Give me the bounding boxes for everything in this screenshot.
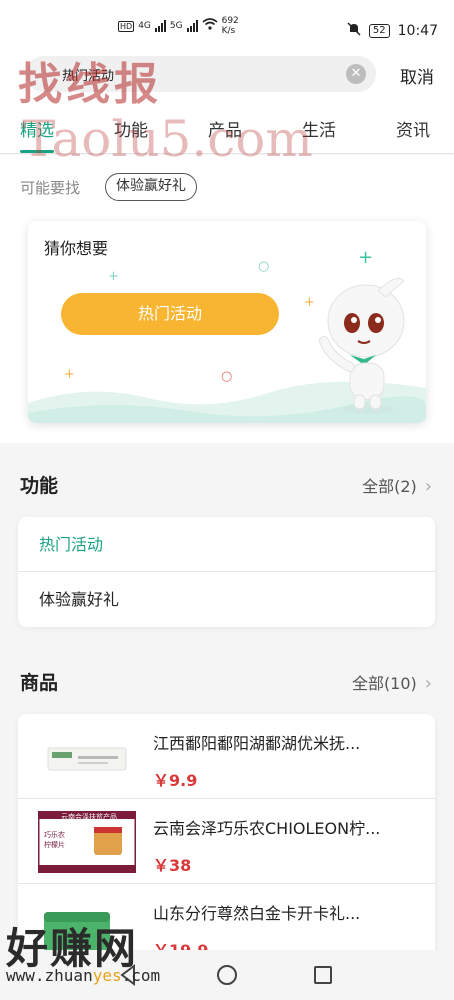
functions-header: 功能 全部(2) ›: [0, 453, 454, 513]
watermark-bottom-url: www.zhuanyes.com: [6, 966, 160, 985]
product-row[interactable]: 云南会泽扶贫产品 巧乐农 柠檬片 云南会泽巧乐农CHIOLEON柠... ￥38: [18, 799, 435, 884]
suggestion-chip[interactable]: 体验赢好礼: [105, 173, 197, 201]
guess-card: 猜你想要 + + ○ + ○ ○ + 热门活动: [28, 221, 426, 423]
mute-icon: [347, 22, 361, 40]
sparkle-icon: +: [358, 247, 374, 268]
clock: 10:47: [397, 23, 438, 39]
function-item[interactable]: 体验赢好礼: [18, 572, 435, 627]
watermark-url-part: www.zhuan: [6, 966, 93, 985]
products-header: 商品 全部(10) ›: [0, 650, 454, 710]
net-4g: 4G: [138, 21, 151, 31]
products-title: 商品: [20, 672, 59, 694]
net-speed-unit: K/s: [221, 26, 236, 36]
product-name: 江西鄱阳鄱阳湖鄱湖优米抚...: [153, 734, 361, 753]
recent-apps-icon[interactable]: [314, 966, 332, 984]
guess-title: 猜你想要: [44, 239, 109, 258]
clear-icon[interactable]: ✕: [346, 64, 366, 84]
watermark-top: 找线报: [18, 59, 162, 110]
watermark-url-accent: yes: [92, 966, 122, 985]
functions-all-link[interactable]: 全部(2) ›: [362, 473, 432, 497]
status-bar: HD 4G 5G 692 K/s 52 10:47: [0, 0, 454, 44]
net-5g: 5G: [169, 21, 183, 31]
product-thumbnail: [47, 747, 127, 771]
mascot-image: [319, 278, 405, 414]
chevron-right-icon: ›: [424, 673, 432, 694]
guess-section: 猜你想要 + + ○ + ○ ○ + 热门活动: [0, 215, 454, 443]
status-network: HD 4G 5G 692 K/s: [118, 16, 239, 36]
product-price: ￥38: [153, 856, 192, 875]
product-name: 山东分行尊然白金卡开卡礼...: [153, 904, 361, 923]
sparkle-icon: +: [304, 295, 315, 310]
functions-title: 功能: [20, 475, 59, 497]
status-right: 52 10:47: [347, 22, 438, 40]
tab-news[interactable]: 资讯: [396, 116, 430, 141]
thumb-line: 柠檬片: [44, 841, 65, 849]
battery-icon: 52: [368, 24, 390, 38]
product-row[interactable]: 江西鄱阳鄱阳湖鄱湖优米抚... ￥9.9: [18, 714, 435, 799]
products-all-link[interactable]: 全部(10) ›: [352, 670, 432, 694]
products-all-label: 全部(10): [351, 674, 417, 693]
signal-icon-2: [186, 20, 198, 32]
watermark-url-part: .com: [121, 966, 161, 985]
function-item[interactable]: 热门活动: [18, 517, 435, 572]
hd-badge: HD: [118, 20, 135, 32]
product-price: ￥9.9: [153, 771, 198, 790]
watermark-url: Taolu5.com: [22, 110, 313, 168]
product-thumbnail-text: 云南会泽扶贫产品 巧乐农 柠檬片: [40, 812, 138, 874]
functions-list: 热门活动 体验赢好礼: [18, 517, 435, 627]
product-name: 云南会泽巧乐农CHIOLEON柠...: [153, 819, 381, 838]
net-speed: 692 K/s: [222, 16, 239, 36]
thumb-line: 巧乐农: [44, 831, 65, 839]
sparkle-icon: +: [108, 269, 119, 284]
wifi-icon: [202, 18, 218, 34]
suggestion-label: 可能要找: [20, 179, 81, 197]
chevron-right-icon: ›: [424, 476, 432, 497]
home-icon[interactable]: [217, 965, 237, 985]
cancel-button[interactable]: 取消: [400, 63, 434, 88]
thumb-line: 云南会泽扶贫产品: [61, 813, 117, 821]
circle-deco-icon: ○: [258, 259, 270, 274]
hot-activity-button[interactable]: 热门活动: [61, 293, 279, 335]
functions-all-label: 全部(2): [362, 477, 417, 496]
net-speed-value: 692: [221, 16, 239, 26]
signal-icon: [154, 20, 166, 32]
